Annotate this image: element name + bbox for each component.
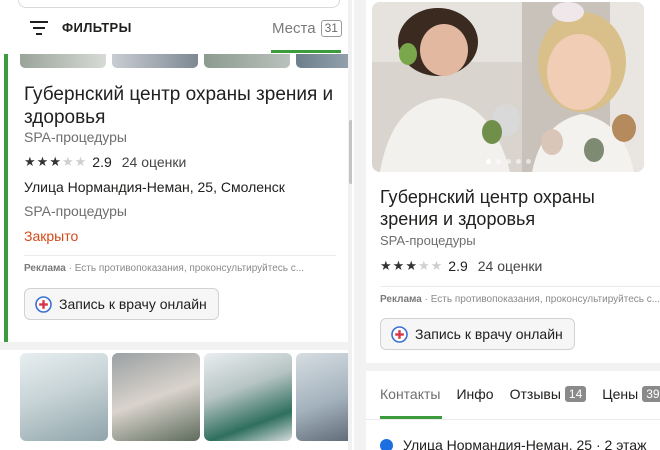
star-icon: ★ — [49, 154, 61, 169]
hero-image — [372, 2, 644, 172]
ad-disclaimer: Реклама · Есть противопоказания, проконс… — [380, 294, 660, 305]
result-card[interactable]: Губернский центр охраны зрения и здоровь… — [4, 54, 352, 342]
carousel-dot[interactable] — [495, 159, 501, 164]
carousel-dot[interactable] — [515, 159, 521, 164]
star-icon: ★ — [74, 154, 87, 169]
tab-contacts[interactable]: Контакты — [380, 386, 440, 402]
book-appointment-button[interactable]: Запись к врачу онлайн — [24, 288, 219, 320]
card-photo-strip[interactable] — [20, 54, 352, 68]
star-icon: ★ — [417, 258, 430, 273]
carousel-dot[interactable] — [525, 159, 531, 164]
tab-reviews[interactable]: Отзывы 14 — [510, 386, 587, 402]
tab-count-badge: 14 — [564, 386, 587, 402]
tab-label: Контакты — [380, 386, 441, 402]
medical-plus-icon — [35, 295, 52, 313]
places-tab-underline — [271, 50, 341, 53]
star-icon: ★ — [24, 154, 36, 169]
place-category[interactable]: SPA-процедуры — [380, 233, 476, 248]
photo-thumb[interactable] — [112, 353, 200, 441]
tab-label: Отзывы — [509, 386, 561, 402]
rating-stars: ★ ★ ★ ★ ★ — [380, 259, 442, 273]
book-appointment-button[interactable]: Запись к врачу онлайн — [380, 318, 575, 350]
carousel-dot[interactable] — [505, 159, 511, 164]
tabs-border — [366, 419, 660, 420]
panel-divider — [354, 0, 366, 450]
address-text: Улица Нормандия-Неман, 25 · 2 этаж — [403, 437, 647, 450]
medical-plus-icon — [391, 325, 408, 343]
scrollbar-track[interactable] — [348, 0, 352, 450]
card-address: Улица Нормандия-Неман, 25, Смоленск — [24, 179, 285, 195]
selected-indicator — [4, 54, 8, 342]
ad-label: Реклама — [380, 294, 422, 305]
rating-value: 2.9 — [92, 154, 112, 170]
star-icon: ★ — [430, 258, 443, 273]
photo-thumb[interactable] — [20, 54, 106, 68]
star-icon: ★ — [61, 154, 74, 169]
card-title[interactable]: Губернский центр охраны зрения и здоровь… — [24, 83, 342, 129]
carousel-dot[interactable] — [485, 159, 491, 164]
contact-address[interactable]: Улица Нормандия-Неман, 25 · 2 этаж — [380, 437, 646, 450]
tab-prices[interactable]: Цены 39 — [602, 386, 660, 402]
card-category: SPA-процедуры — [24, 129, 127, 145]
rating-value: 2.9 — [448, 258, 468, 274]
places-count-badge: 31 — [320, 20, 342, 37]
filters-bar: ФИЛЬТРЫ Места 31 — [0, 14, 352, 48]
tab-label: Инфо — [456, 386, 494, 402]
rating-count[interactable]: 24 оценки — [122, 154, 187, 170]
card-rating: ★ ★ ★ ★ ★ 2.9 24 оценки — [24, 154, 186, 170]
star-icon: ★ — [36, 154, 49, 169]
tab-info[interactable]: Инфо — [456, 386, 493, 402]
card-category-secondary: SPA-процедуры — [24, 203, 127, 219]
divider — [24, 255, 336, 256]
divider — [380, 286, 660, 287]
rating-count[interactable]: 24 оценки — [478, 258, 543, 274]
star-icon: ★ — [405, 258, 417, 273]
photo-thumb[interactable] — [20, 353, 108, 441]
photo-thumb[interactable] — [204, 54, 290, 68]
book-appointment-label: Запись к врачу онлайн — [59, 296, 207, 312]
location-pin-icon — [380, 438, 393, 450]
card-separator — [0, 342, 352, 350]
places-tab-label: Места — [272, 20, 316, 37]
photo-thumb[interactable] — [204, 353, 292, 441]
ad-disclaimer: Реклама · Есть противопоказания, проконс… — [24, 263, 305, 274]
places-tab[interactable]: Места 31 — [272, 20, 342, 37]
photo-thumb[interactable] — [112, 54, 198, 68]
filter-icon — [30, 20, 48, 35]
section-separator — [366, 363, 660, 371]
filters-button[interactable]: ФИЛЬТРЫ — [30, 20, 132, 35]
maps-app: ФИЛЬТРЫ Места 31 Губернский центр охраны… — [0, 0, 660, 450]
scrollbar-thumb[interactable] — [349, 120, 352, 184]
star-icon: ★ — [380, 258, 392, 273]
photo-thumb[interactable] — [296, 54, 352, 68]
tab-count-badge: 39 — [642, 386, 660, 402]
carousel-dots[interactable] — [372, 159, 644, 164]
place-rating: ★ ★ ★ ★ ★ 2.9 24 оценки — [380, 258, 542, 274]
opening-status: Закрыто — [24, 228, 79, 244]
ad-label: Реклама — [24, 263, 66, 274]
next-card-photos[interactable] — [20, 353, 352, 441]
detail-tabs: Контакты Инфо Отзывы 14 Цены 39 — [380, 386, 660, 402]
place-title: Губернский центр охраны зрения и здоровь… — [380, 187, 595, 229]
rating-stars: ★ ★ ★ ★ ★ — [24, 155, 86, 169]
ad-text: Есть противопоказания, проконсультируйте… — [430, 294, 660, 305]
place-detail-panel: Губернский центр охраны зрения и здоровь… — [366, 0, 660, 450]
filters-label: ФИЛЬТРЫ — [62, 20, 132, 35]
photo-thumb[interactable] — [296, 353, 352, 441]
search-box-edge[interactable] — [18, 0, 340, 8]
book-appointment-label: Запись к врачу онлайн — [415, 326, 563, 342]
tab-label: Цены — [602, 386, 639, 402]
hero-photo[interactable] — [372, 2, 644, 172]
ad-text: Есть противопоказания, проконсультируйте… — [74, 263, 305, 274]
star-icon: ★ — [392, 258, 405, 273]
search-results-panel: ФИЛЬТРЫ Места 31 Губернский центр охраны… — [0, 0, 352, 450]
